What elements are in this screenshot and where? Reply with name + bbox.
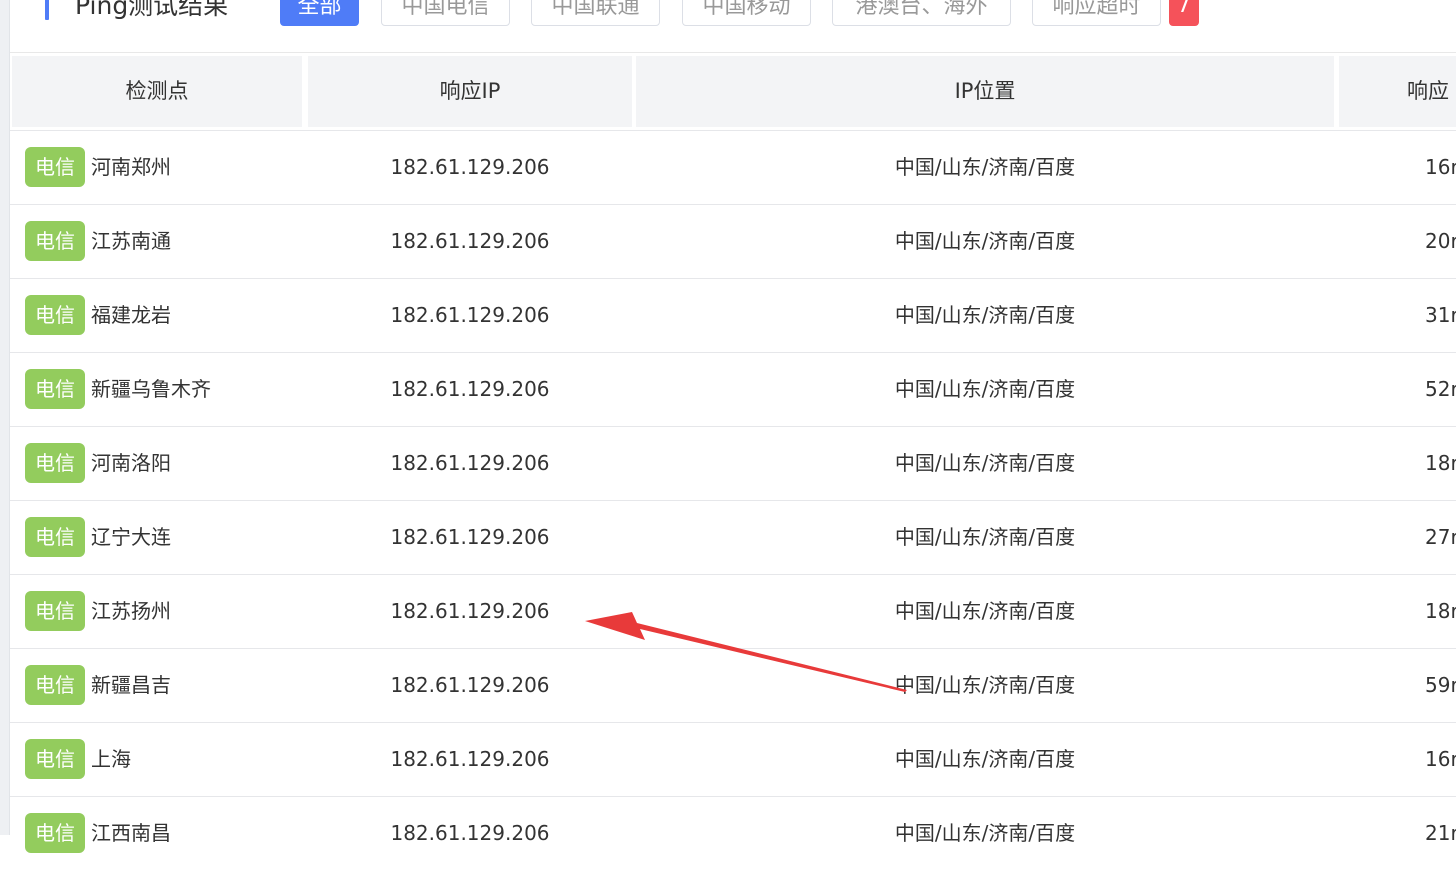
title-accent-bar	[45, 0, 49, 20]
node-name: 河南洛阳	[91, 451, 171, 475]
isp-tag: 电信	[25, 295, 85, 335]
timeout-count-badge: 7	[1169, 0, 1199, 26]
response-ip: 182.61.129.206	[390, 303, 550, 327]
ip-location: 中国/山东/济南/百度	[894, 377, 1076, 401]
isp-tag: 电信	[25, 739, 85, 779]
node-name: 江苏南通	[91, 229, 171, 253]
response-time: 16r	[1425, 747, 1456, 771]
response-time: 52r	[1425, 377, 1456, 401]
left-rail	[0, 0, 10, 835]
response-time: 31r	[1425, 303, 1456, 327]
ip-location: 中国/山东/济南/百度	[894, 747, 1076, 771]
response-ip: 182.61.129.206	[390, 155, 550, 179]
ip-location: 中国/山东/济南/百度	[894, 229, 1076, 253]
tab-china-mobile[interactable]: 中国移动	[682, 0, 811, 26]
table-row: 电信 辽宁大连 182.61.129.206 中国/山东/济南/百度 27r	[10, 500, 1456, 574]
isp-tag: 电信	[25, 369, 85, 409]
node-name: 福建龙岩	[91, 303, 171, 327]
results-header: Ping测试结果 全部 中国电信 中国联通 中国移动 港澳台、海外 响应超时 7	[10, 0, 1456, 53]
table-row: 电信 上海 182.61.129.206 中国/山东/济南/百度 16r	[10, 722, 1456, 796]
response-ip: 182.61.129.206	[390, 747, 550, 771]
node-name: 江西南昌	[91, 821, 171, 845]
response-time: 16r	[1425, 155, 1456, 179]
response-time: 18r	[1425, 451, 1456, 475]
ip-location: 中国/山东/济南/百度	[894, 155, 1076, 179]
response-time: 20r	[1425, 229, 1456, 253]
response-ip: 182.61.129.206	[390, 377, 550, 401]
column-header-response-ip[interactable]: 响应IP	[308, 56, 632, 127]
table-row: 电信 新疆乌鲁木齐 182.61.129.206 中国/山东/济南/百度 52r	[10, 352, 1456, 426]
isp-tag: 电信	[25, 443, 85, 483]
response-ip: 182.61.129.206	[390, 821, 550, 845]
response-ip: 182.61.129.206	[390, 229, 550, 253]
ip-location: 中国/山东/济南/百度	[894, 525, 1076, 549]
node-name: 新疆昌吉	[91, 673, 171, 697]
ping-results-table: 检测点 响应IP IP位置 响应 电信 河南郑州 182.61.129.206 …	[10, 56, 1456, 870]
node-name: 河南郑州	[91, 155, 171, 179]
table-row: 电信 河南洛阳 182.61.129.206 中国/山东/济南/百度 18r	[10, 426, 1456, 500]
node-name: 上海	[91, 747, 131, 771]
ip-location: 中国/山东/济南/百度	[894, 821, 1076, 845]
table-row: 电信 福建龙岩 182.61.129.206 中国/山东/济南/百度 31r	[10, 278, 1456, 352]
response-ip: 182.61.129.206	[390, 451, 550, 475]
node-name: 江苏扬州	[91, 599, 171, 623]
response-time: 18r	[1425, 599, 1456, 623]
isp-tag: 电信	[25, 517, 85, 557]
ip-location: 中国/山东/济南/百度	[894, 303, 1076, 327]
column-header-node[interactable]: 检测点	[12, 56, 302, 127]
ip-location: 中国/山东/济南/百度	[894, 673, 1076, 697]
node-name: 辽宁大连	[91, 525, 171, 549]
tab-china-unicom[interactable]: 中国联通	[531, 0, 660, 26]
table-row: 电信 江西南昌 182.61.129.206 中国/山东/济南/百度 21r	[10, 796, 1456, 870]
isp-tag: 电信	[25, 665, 85, 705]
isp-tag: 电信	[25, 221, 85, 261]
node-name: 新疆乌鲁木齐	[91, 377, 211, 401]
response-time: 27r	[1425, 525, 1456, 549]
ip-location: 中国/山东/济南/百度	[894, 451, 1076, 475]
tab-china-telecom[interactable]: 中国电信	[381, 0, 510, 26]
ip-location: 中国/山东/济南/百度	[894, 599, 1076, 623]
tab-timeout[interactable]: 响应超时	[1032, 0, 1161, 26]
table-body: 电信 河南郑州 182.61.129.206 中国/山东/济南/百度 16r 电…	[10, 130, 1456, 870]
isp-tag: 电信	[25, 591, 85, 631]
table-row: 电信 河南郑州 182.61.129.206 中国/山东/济南/百度 16r	[10, 130, 1456, 204]
table-row: 电信 江苏南通 182.61.129.206 中国/山东/济南/百度 20r	[10, 204, 1456, 278]
column-header-response-time[interactable]: 响应	[1339, 56, 1456, 127]
response-ip: 182.61.129.206	[390, 673, 550, 697]
response-time: 59r	[1425, 673, 1456, 697]
response-ip: 182.61.129.206	[390, 525, 550, 549]
table-header: 检测点 响应IP IP位置 响应	[10, 56, 1456, 130]
table-row: 电信 江苏扬州 182.61.129.206 中国/山东/济南/百度 18r	[10, 574, 1456, 648]
page-title: Ping测试结果	[75, 0, 229, 20]
response-time: 21r	[1425, 821, 1456, 845]
tab-all[interactable]: 全部	[280, 0, 359, 26]
response-ip: 182.61.129.206	[390, 599, 550, 623]
isp-tag: 电信	[25, 147, 85, 187]
tab-hk-macau-taiwan-overseas[interactable]: 港澳台、海外	[832, 0, 1011, 26]
column-header-ip-location[interactable]: IP位置	[636, 56, 1334, 127]
table-row: 电信 新疆昌吉 182.61.129.206 中国/山东/济南/百度 59r	[10, 648, 1456, 722]
isp-tag: 电信	[25, 813, 85, 853]
